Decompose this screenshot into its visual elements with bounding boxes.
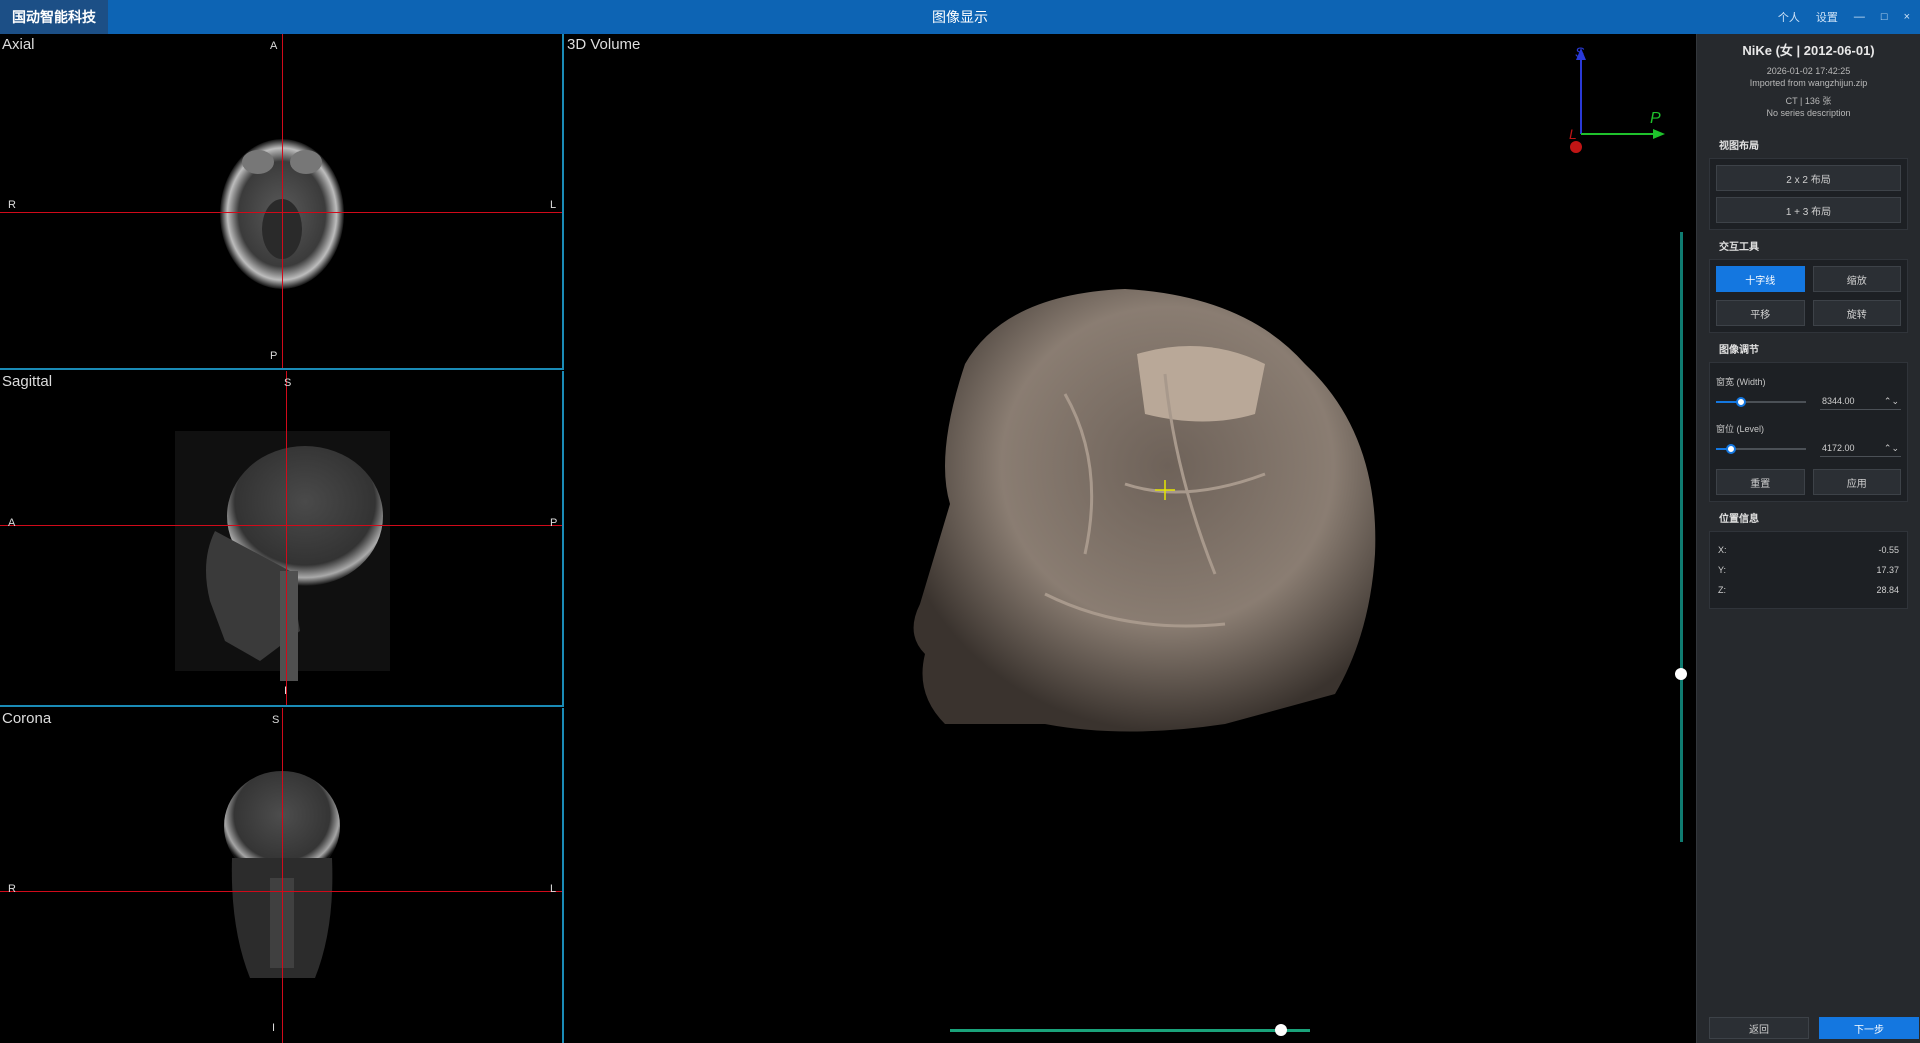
- tool-crosshair-button[interactable]: 十字线: [1716, 266, 1805, 292]
- patient-info: NiKe (女 | 2012-06-01) 2026-01-02 17:42:2…: [1697, 34, 1920, 119]
- minimize-button[interactable]: —: [1854, 11, 1865, 23]
- orient-left: R: [8, 199, 16, 211]
- settings-button[interactable]: 设置: [1816, 9, 1838, 25]
- orient-bottom: I: [284, 685, 288, 697]
- orient-top: S: [284, 377, 292, 389]
- coord-x-label: X:: [1718, 545, 1727, 555]
- coord-x: X: -0.55: [1714, 540, 1903, 560]
- window-width-input[interactable]: 8344.00 ⌃⌄: [1820, 394, 1901, 410]
- tool-rotate-button[interactable]: 旋转: [1812, 300, 1901, 326]
- coord-z-value: 28.84: [1876, 585, 1899, 595]
- axial-viewport[interactable]: Axial A P R L: [0, 34, 564, 370]
- stepper-icon[interactable]: ⌃⌄: [1884, 396, 1899, 407]
- coronal-scan-image: [224, 771, 340, 978]
- axial-scan-image: [220, 139, 344, 289]
- window-width-slider[interactable]: [1716, 397, 1806, 407]
- adjust-section: 窗宽 (Width) 8344.00 ⌃⌄ 窗位 (Level) 4172.00…: [1709, 362, 1908, 502]
- orient-bottom: I: [272, 1022, 276, 1034]
- tool-zoom-button[interactable]: 缩放: [1812, 266, 1901, 292]
- axis-p-label: P: [1650, 110, 1661, 127]
- orient-right: L: [550, 199, 557, 211]
- modality-info: CT | 136 张: [1785, 96, 1832, 106]
- window-level-slider[interactable]: [1716, 444, 1806, 454]
- layout-section-title: 视图布局: [1719, 141, 1759, 152]
- crosshair-vertical[interactable]: [286, 371, 287, 705]
- orient-right: P: [550, 517, 558, 529]
- axis-s-label: S: [1575, 44, 1585, 60]
- sagittal-scan-image: [175, 431, 390, 681]
- layout-1x3-button[interactable]: 1 + 3 布局: [1716, 197, 1901, 223]
- window-level-label: 窗位 (Level): [1716, 424, 1765, 434]
- tools-section-title: 交互工具: [1719, 242, 1759, 253]
- volume-render-image: [913, 48, 1665, 732]
- crosshair-vertical[interactable]: [282, 34, 283, 368]
- orient-left: A: [8, 517, 16, 529]
- coord-y-value: 17.37: [1876, 565, 1899, 575]
- title-bar: 国动智能科技 图像显示 个人 设置 — □ ×: [0, 0, 1920, 34]
- control-panel: NiKe (女 | 2012-06-01) 2026-01-02 17:42:2…: [1696, 34, 1920, 1043]
- adjust-section-title: 图像调节: [1719, 345, 1759, 356]
- position-section: X: -0.55 Y: 17.37 Z: 28.84: [1709, 531, 1908, 609]
- window-level-value: 4172.00: [1822, 443, 1855, 453]
- sagittal-viewport[interactable]: Sagittal S I A P: [0, 371, 564, 707]
- volume-vertical-slider[interactable]: [1680, 232, 1683, 842]
- window-width-value: 8344.00: [1822, 396, 1855, 406]
- back-button[interactable]: 返回: [1709, 1017, 1809, 1039]
- orient-bottom: P: [270, 350, 278, 362]
- layout-2x2-button[interactable]: 2 x 2 布局: [1716, 165, 1901, 191]
- orient-left: R: [8, 883, 16, 895]
- volume-label: 3D Volume: [567, 36, 641, 53]
- tool-pan-button[interactable]: 平移: [1716, 300, 1805, 326]
- viewport-area: Axial A P R L Sagittal S I A P Corona S …: [0, 34, 1696, 1043]
- orient-top: S: [272, 714, 280, 726]
- coord-y: Y: 17.37: [1714, 560, 1903, 580]
- axial-label: Axial: [2, 36, 35, 53]
- window-width-slider-thumb[interactable]: [1736, 397, 1747, 407]
- volume-viewport[interactable]: 3D Volume S P L: [565, 34, 1696, 1043]
- position-section-title: 位置信息: [1719, 514, 1759, 525]
- crosshair-horizontal[interactable]: [0, 525, 562, 526]
- patient-name: NiKe (女 | 2012-06-01): [1742, 43, 1875, 58]
- coord-x-value: -0.55: [1878, 545, 1899, 555]
- tools-section: 十字线 缩放 平移 旋转: [1709, 259, 1908, 333]
- close-button[interactable]: ×: [1904, 11, 1910, 23]
- coronal-label: Corona: [2, 710, 52, 727]
- orient-top: A: [270, 40, 278, 52]
- crosshair-vertical[interactable]: [282, 708, 283, 1043]
- volume-horizontal-slider-thumb[interactable]: [1275, 1024, 1287, 1036]
- sagittal-label: Sagittal: [2, 373, 53, 390]
- coord-z-label: Z:: [1718, 585, 1726, 595]
- volume-horizontal-slider[interactable]: [950, 1029, 1310, 1032]
- coord-y-label: Y:: [1718, 565, 1727, 575]
- crosshair-horizontal[interactable]: [0, 212, 562, 213]
- apply-button[interactable]: 应用: [1812, 469, 1901, 495]
- personal-button[interactable]: 个人: [1778, 9, 1800, 25]
- window-level-input[interactable]: 4172.00 ⌃⌄: [1820, 441, 1901, 457]
- stepper-icon[interactable]: ⌃⌄: [1884, 443, 1899, 454]
- layout-section: 2 x 2 布局 1 + 3 布局: [1709, 158, 1908, 230]
- import-source: Imported from wangzhijun.zip: [1749, 78, 1868, 88]
- window-width-label: 窗宽 (Width): [1716, 377, 1766, 387]
- brand-logo: 国动智能科技: [0, 0, 108, 34]
- window-title: 图像显示: [932, 9, 988, 25]
- coord-z: Z: 28.84: [1714, 580, 1903, 600]
- window-level-slider-thumb[interactable]: [1726, 444, 1737, 454]
- next-button[interactable]: 下一步: [1819, 1017, 1919, 1039]
- reset-button[interactable]: 重置: [1716, 469, 1805, 495]
- window-controls: 个人 设置 — □ ×: [1778, 0, 1910, 34]
- study-date: 2026-01-02 17:42:25: [1766, 66, 1851, 76]
- series-description: No series description: [1766, 108, 1851, 118]
- axis-l-label: L: [1569, 126, 1577, 142]
- volume-vertical-slider-thumb[interactable]: [1675, 668, 1687, 680]
- orient-right: L: [550, 883, 557, 895]
- crosshair-horizontal[interactable]: [0, 891, 562, 892]
- maximize-button[interactable]: □: [1881, 11, 1888, 23]
- footer-buttons: 返回 下一步: [1697, 1017, 1920, 1043]
- coronal-viewport[interactable]: Corona S I R L: [0, 708, 564, 1043]
